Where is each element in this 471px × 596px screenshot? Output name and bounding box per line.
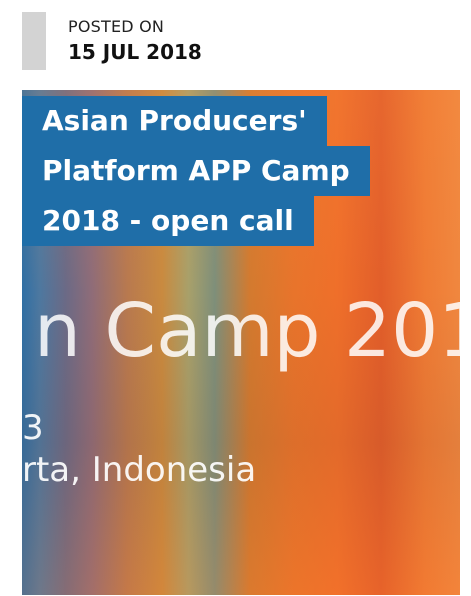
post-title-line1[interactable]: Asian Producers': [22, 96, 327, 146]
date-block: POSTED ON 15 JUL 2018: [68, 17, 202, 65]
post-title[interactable]: Asian Producers' Platform APP Camp 2018 …: [22, 96, 370, 246]
image-text-line2: 3: [22, 408, 44, 448]
image-text-line1: n Camp 201: [34, 288, 460, 374]
image-text-line3: rta, Indonesia: [22, 450, 257, 490]
post-title-line3[interactable]: 2018 - open call: [22, 196, 314, 246]
post-date: POSTED ON 15 JUL 2018: [22, 12, 202, 70]
date-accent-bar: [22, 12, 46, 70]
post-title-line2[interactable]: Platform APP Camp: [22, 146, 370, 196]
posted-date: 15 JUL 2018: [68, 40, 202, 64]
posted-on-label: POSTED ON: [68, 17, 165, 36]
